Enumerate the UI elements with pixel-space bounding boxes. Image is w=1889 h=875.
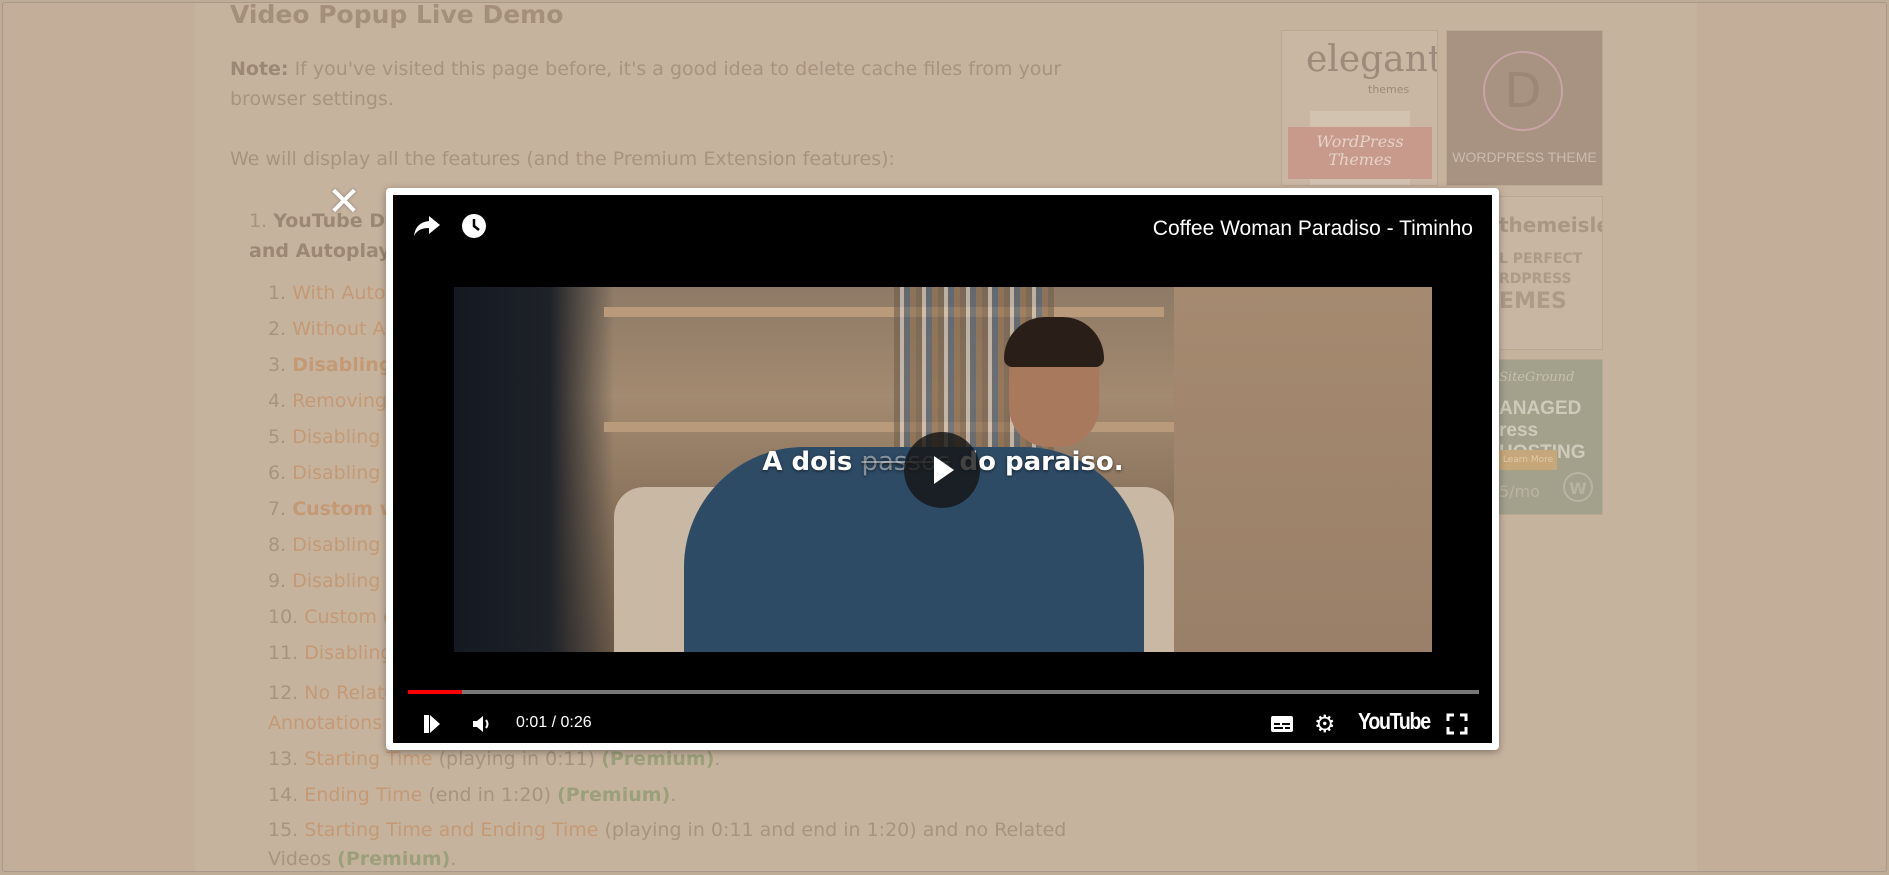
list-item: 7. Custom w bbox=[268, 498, 398, 520]
volume-icon[interactable] bbox=[471, 713, 493, 739]
note-paragraph: Note: If you've visited this page before… bbox=[230, 54, 1130, 114]
list-link[interactable]: Disabling t bbox=[292, 570, 394, 592]
list-item-continued: Videos (Premium). bbox=[268, 848, 457, 870]
list-link[interactable]: Disabling bbox=[304, 642, 392, 664]
list-item: 1. With Autop bbox=[268, 282, 398, 304]
ad-divi-theme[interactable]: D WORDPRESS THEME bbox=[1446, 30, 1603, 186]
large-play-button[interactable] bbox=[904, 432, 980, 508]
ad-caption: WORDPRESS THEME bbox=[1452, 149, 1597, 165]
fullscreen-icon[interactable] bbox=[1446, 713, 1468, 739]
list-link[interactable]: Disabling t bbox=[292, 426, 394, 448]
list-item: 2. Without Au bbox=[268, 318, 398, 340]
captions-icon[interactable] bbox=[1270, 714, 1294, 738]
video-frame: A dois passos do paraiso. bbox=[454, 287, 1432, 652]
list-link[interactable]: No Relate bbox=[304, 682, 396, 704]
list-link[interactable]: Disabling t bbox=[292, 462, 394, 484]
learn-more-button[interactable]: Learn More bbox=[1499, 450, 1557, 470]
share-icon[interactable] bbox=[413, 213, 441, 243]
list-link-continued[interactable]: Annotations bbox=[268, 708, 382, 738]
watch-later-clock-icon[interactable] bbox=[461, 213, 487, 243]
list-item: 12. No Relate bbox=[268, 682, 397, 704]
close-popup-button[interactable]: ✕ bbox=[326, 182, 362, 222]
list-link[interactable]: Removing bbox=[292, 390, 387, 412]
list-link[interactable]: Custom c bbox=[304, 606, 393, 628]
list-item: 8. Disabling t bbox=[268, 534, 394, 556]
play-icon[interactable] bbox=[423, 713, 443, 739]
list-item: 5. Disabling t bbox=[268, 426, 394, 448]
video-popup: Coffee Woman Paradiso - Timinho A dois p… bbox=[386, 188, 1499, 750]
list-link[interactable]: Disabling bbox=[292, 354, 392, 376]
wordpress-icon: W bbox=[1563, 472, 1593, 502]
settings-gear-icon[interactable]: ⚙ bbox=[1314, 712, 1336, 736]
video-title[interactable]: Coffee Woman Paradiso - Timinho bbox=[1153, 217, 1473, 241]
list-item: 11. Disabling bbox=[268, 642, 393, 664]
list-link[interactable]: Without Au bbox=[292, 318, 397, 340]
list-item: 14. Ending Time (end in 1:20) (Premium). bbox=[268, 784, 677, 806]
list-item-continued: and Autoplay: bbox=[249, 240, 399, 262]
list-item: 6. Disabling t bbox=[268, 462, 394, 484]
page-title: Video Popup Live Demo bbox=[230, 0, 564, 29]
ad-logo-sub: themes bbox=[1368, 83, 1410, 96]
note-label: Note: bbox=[230, 58, 289, 80]
premium-label: (Premium) bbox=[601, 748, 715, 770]
list-link[interactable]: Disabling t bbox=[292, 534, 394, 556]
divi-logo: D bbox=[1483, 51, 1563, 131]
ad-elegant-themes[interactable]: elegant themes WordPress Themes bbox=[1281, 30, 1438, 186]
list-item: 9. Disabling t bbox=[268, 570, 394, 592]
ad-ribbon: WordPress Themes bbox=[1288, 127, 1432, 179]
progress-bar[interactable] bbox=[408, 690, 1479, 694]
list-item: 1. YouTube De bbox=[249, 210, 398, 232]
list-item: 15. Starting Time and Ending Time (playi… bbox=[268, 819, 1067, 841]
list-link[interactable]: With Autop bbox=[292, 282, 397, 304]
list-item: 10. Custom c bbox=[268, 606, 394, 628]
youtube-player[interactable]: Coffee Woman Paradiso - Timinho A dois p… bbox=[393, 195, 1492, 743]
premium-label: (Premium) bbox=[557, 784, 671, 806]
list-link[interactable]: Starting Time and Ending Time bbox=[304, 819, 598, 841]
list-link[interactable]: Ending Time bbox=[304, 784, 422, 806]
time-display: 0:01 / 0:26 bbox=[516, 714, 592, 731]
ad-logo: elegant bbox=[1306, 39, 1438, 80]
list-item: 3. Disabling bbox=[268, 354, 393, 376]
youtube-logo[interactable]: YouTube bbox=[1358, 708, 1431, 735]
list-link[interactable]: Starting Time bbox=[304, 748, 432, 770]
intro-paragraph: We will display all the features (and th… bbox=[230, 148, 895, 170]
progress-played bbox=[408, 690, 462, 694]
list-item: 4. Removing bbox=[268, 390, 387, 412]
list-link[interactable]: Custom w bbox=[292, 498, 397, 520]
note-text: If you've visited this page before, it's… bbox=[230, 58, 1062, 110]
